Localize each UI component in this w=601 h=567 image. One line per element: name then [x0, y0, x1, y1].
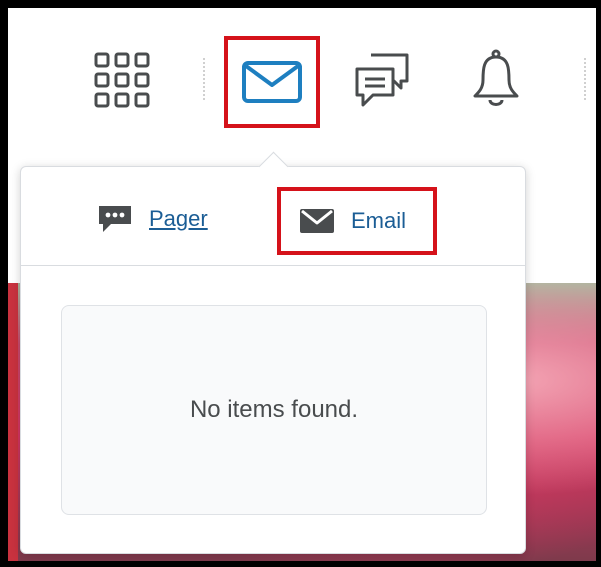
tab-email[interactable]: Email [277, 187, 437, 255]
email-popover: Pager Email No items found. [20, 151, 526, 554]
envelope-icon [300, 209, 334, 233]
bell-icon[interactable] [464, 44, 528, 114]
app-frame: Pager Email No items found. [8, 8, 596, 561]
toolbar-separator [203, 58, 205, 102]
empty-state-box: No items found. [61, 305, 487, 515]
top-toolbar [8, 8, 596, 168]
tab-pager-label[interactable]: Pager [149, 206, 208, 232]
message-alerts-icon[interactable] [350, 48, 414, 112]
waffle-icon[interactable] [90, 48, 154, 112]
toolbar-separator [584, 58, 586, 102]
tab-email-label[interactable]: Email [351, 208, 406, 234]
popover-tabs: Pager Email [21, 167, 525, 266]
empty-message: No items found. [189, 396, 359, 423]
tab-pager[interactable]: Pager [97, 197, 208, 241]
email-icon [242, 61, 302, 103]
pager-icon [99, 206, 131, 232]
email-button[interactable] [224, 36, 320, 128]
background-edge [8, 283, 18, 561]
